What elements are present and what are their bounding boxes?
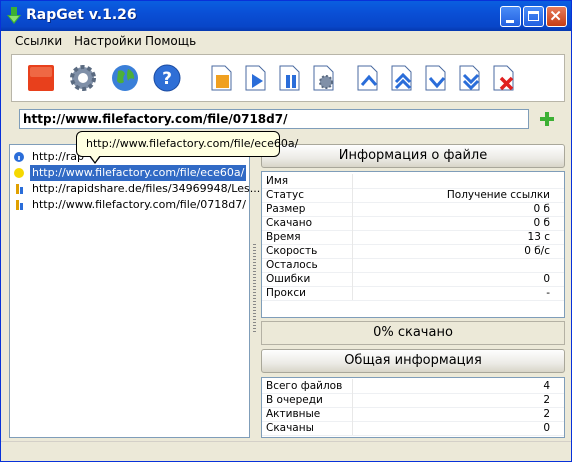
list-item-label: http://rapidshare.de/files/34969948/Les.…	[32, 182, 261, 195]
queue-arrow-icon	[16, 184, 23, 194]
info-value: 13 с	[527, 231, 550, 243]
move-top-icon[interactable]	[352, 63, 382, 93]
summary-value: 2	[543, 408, 550, 420]
file-info-header[interactable]: Информация о файле	[261, 144, 565, 168]
title-bar[interactable]: RapGet v.1.26	[1, 1, 571, 31]
info-row: Скорость 0 б/с	[262, 244, 564, 259]
info-key: Осталось	[266, 259, 318, 271]
yellow-dot-icon	[14, 168, 24, 178]
menu-settings[interactable]: Настройки	[74, 34, 142, 48]
list-item-label: http://www.filefactory.com/file/ece60a/	[30, 165, 247, 181]
settings-gear-icon[interactable]	[68, 63, 98, 93]
close-button[interactable]	[546, 6, 567, 27]
info-key: Имя	[266, 175, 289, 187]
stop-all-icon[interactable]	[26, 63, 56, 93]
summary-key: В очереди	[266, 394, 323, 406]
splitter-grip	[253, 244, 256, 334]
add-url-icon[interactable]	[539, 111, 555, 127]
file-settings-icon[interactable]	[308, 63, 338, 93]
menu-links[interactable]: Ссылки	[15, 34, 62, 48]
summary-row: Активные 2	[262, 407, 564, 422]
info-key: Прокси	[266, 287, 306, 299]
info-value: -	[546, 287, 550, 299]
progress-label: 0% скачано	[373, 325, 453, 340]
menu-help[interactable]: Помощь	[145, 34, 196, 48]
info-row: Время 13 с	[262, 230, 564, 245]
app-window: RapGet v.1.26 Ссылки Настройки Помощь ? …	[0, 0, 572, 462]
url-input[interactable]: http://www.filefactory.com/file/0718d7/	[19, 109, 529, 129]
globe-icon[interactable]	[110, 63, 140, 93]
info-value: 0 б/с	[524, 245, 550, 257]
info-row: Размер 0 б	[262, 202, 564, 217]
status-bar	[1, 441, 571, 461]
maximize-button[interactable]	[523, 6, 544, 27]
pause-icon[interactable]	[274, 63, 304, 93]
summary-table: Всего файлов 4 В очереди 2 Активные 2 Скача…	[261, 377, 565, 438]
tooltip-text: http://www.filefactory.com/file/ece60a/	[86, 137, 299, 150]
info-key: Скачано	[266, 217, 313, 229]
info-value: 0 б	[533, 217, 551, 229]
summary-row: Скачаны 0	[262, 421, 564, 436]
info-row: Скачано 0 б	[262, 216, 564, 231]
maximize-icon	[528, 11, 539, 21]
info-key: Ошибки	[266, 273, 311, 285]
summary-key: Всего файлов	[266, 380, 343, 392]
info-value: Получение ссылки	[446, 189, 550, 201]
summary-key: Скачаны	[266, 422, 314, 434]
info-row: Статус Получение ссылки	[262, 188, 564, 203]
window-title: RapGet v.1.26	[26, 7, 137, 23]
download-progress-bar: 0% скачано	[261, 321, 565, 345]
help-icon[interactable]: ?	[152, 63, 182, 93]
close-icon	[550, 10, 561, 21]
info-value: 0	[543, 273, 550, 285]
move-down-icon[interactable]	[420, 63, 450, 93]
summary-row: Всего файлов 4	[262, 379, 564, 394]
info-key: Размер	[266, 203, 306, 215]
info-row: Осталось	[262, 258, 564, 273]
move-bottom-icon[interactable]	[454, 63, 484, 93]
info-row: Ошибки 0	[262, 272, 564, 287]
summary-value: 0	[543, 422, 550, 434]
download-arrow-icon	[7, 7, 21, 24]
info-key: Статус	[266, 189, 304, 201]
minimize-button[interactable]	[500, 6, 521, 27]
menu-bar: Ссылки Настройки Помощь	[1, 31, 571, 51]
summary-header[interactable]: Общая информация	[261, 349, 565, 373]
list-item-label: http://www.filefactory.com/file/0718d7/	[32, 198, 246, 211]
info-icon	[14, 152, 24, 162]
info-row: Прокси -	[262, 286, 564, 301]
move-up-fast-icon[interactable]	[386, 63, 416, 93]
download-list[interactable]: http://rap http://www.filefactory.com/fi…	[9, 144, 260, 438]
summary-value: 2	[543, 394, 550, 406]
toolbar: ?	[11, 54, 565, 102]
info-row: Имя	[262, 174, 564, 189]
summary-key: Активные	[266, 408, 321, 420]
delete-icon[interactable]	[488, 63, 518, 93]
svg-text:?: ?	[162, 69, 172, 89]
start-icon[interactable]	[240, 63, 270, 93]
file-open-icon[interactable]	[206, 63, 236, 93]
info-key: Время	[266, 231, 301, 243]
queue-arrow-icon	[16, 200, 23, 210]
summary-row: В очереди 2	[262, 393, 564, 408]
pane-splitter[interactable]	[250, 144, 259, 438]
tooltip-tail-fill	[90, 155, 100, 162]
info-key: Скорость	[266, 245, 318, 257]
minimize-icon	[506, 20, 514, 23]
summary-value: 4	[543, 380, 550, 392]
info-value: 0 б	[533, 203, 551, 215]
file-info-table: Имя Статус Получение ссылки Размер 0 б Ска…	[261, 171, 565, 318]
url-tooltip: http://www.filefactory.com/file/ece60a/	[76, 131, 298, 164]
